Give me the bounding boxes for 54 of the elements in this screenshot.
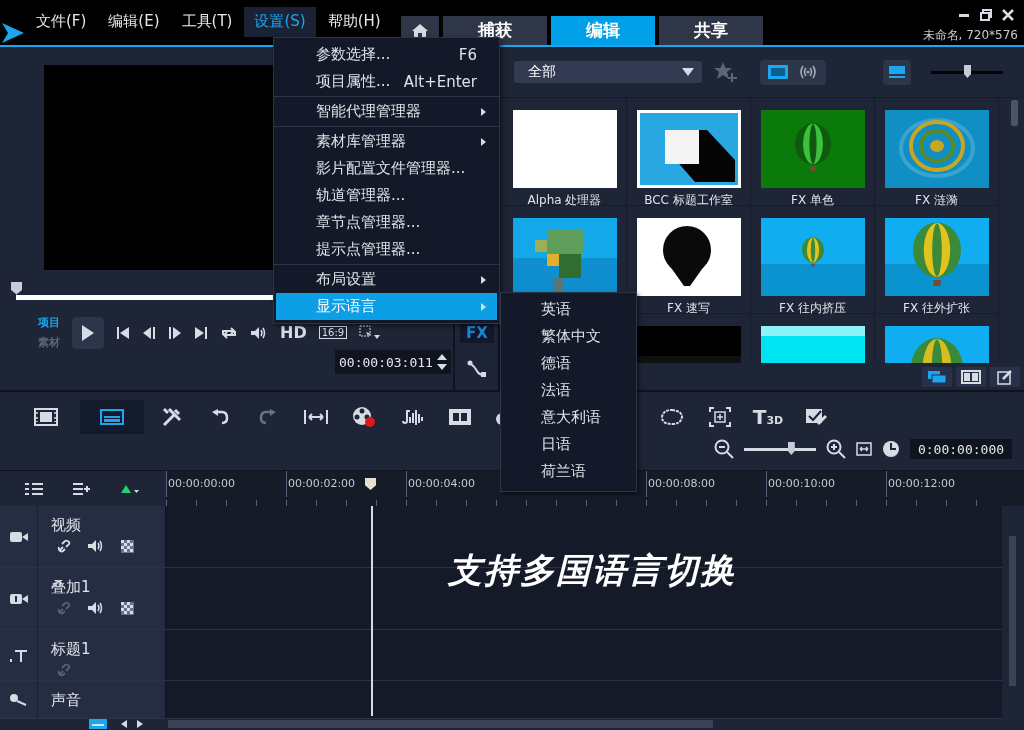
mode-label[interactable]: 项目 — [38, 315, 60, 330]
effect-tile[interactable]: FX 往内挤压 — [751, 206, 875, 314]
effect-name: BCC 标题工作室 — [644, 192, 733, 209]
effect-tile[interactable]: FX 速写 — [627, 206, 751, 314]
project-title: 未命名, 720*576 — [922, 27, 1018, 44]
menu-item[interactable]: 法语 — [501, 377, 636, 404]
effect-tile[interactable]: FX 涟漪 — [875, 98, 999, 206]
menu-item[interactable]: 文件(F) — [26, 7, 97, 37]
ruler-label: 00:00:10:00 — [766, 471, 886, 497]
effect-name: Alpha 处理器 — [527, 192, 602, 209]
menu-item[interactable]: 轨道管理器... — [276, 182, 497, 209]
menu-item[interactable]: 影片配置文件管理器... — [276, 155, 497, 182]
effect-name: FX 涟漪 — [915, 192, 958, 209]
caption-text: 支持多国语言切换 — [448, 549, 736, 592]
menu-item[interactable]: 意大利语 — [501, 404, 636, 431]
effect-tile[interactable]: Alpha 处理器 — [503, 98, 627, 206]
mode-tab[interactable]: 共享 — [658, 16, 763, 45]
timecode-display[interactable]: 0:00:00:000 — [910, 439, 1012, 459]
menu-item[interactable]: 提示点管理器... — [276, 236, 497, 263]
menu-item[interactable]: 布局设置 — [276, 266, 497, 293]
menu-item[interactable]: 编辑(E) — [98, 7, 170, 37]
menu-item[interactable]: 项目属性... Alt+Enter — [276, 68, 497, 95]
category-dropdown[interactable]: 全部 — [514, 61, 702, 83]
menu-item[interactable]: 工具(T) — [171, 7, 243, 37]
fx-label[interactable]: FX — [460, 323, 494, 343]
track-header[interactable]: 叠加1 — [0, 568, 166, 629]
timecode-field[interactable]: 00:00:03:011 — [335, 350, 451, 374]
effect-name: FX 速写 — [667, 300, 710, 317]
hd-toggle[interactable]: HD — [280, 323, 307, 342]
menu-item[interactable]: 智能代理管理器 — [276, 98, 497, 125]
track-name: 叠加1 — [51, 578, 92, 597]
menu-item[interactable]: 设置(S) — [244, 7, 316, 37]
menu-item[interactable]: 繁体中文 — [501, 323, 636, 350]
track-name: 声音 — [51, 691, 81, 710]
menu-item[interactable]: 日语 — [501, 431, 636, 458]
track-header[interactable]: 标题1 — [0, 630, 166, 680]
effect-name: FX 往外扩张 — [903, 300, 970, 317]
effect-name: FX 单色 — [791, 192, 834, 209]
menu-item[interactable]: 章节点管理器... — [276, 209, 497, 236]
menu-item[interactable]: 德语 — [501, 350, 636, 377]
menu-item[interactable]: 帮助(H) — [317, 7, 391, 37]
ruler-label: 00:00:08:00 — [646, 471, 766, 497]
menu-item[interactable]: 素材库管理器 — [276, 128, 497, 155]
ruler-label: 00:00:12:00 — [886, 471, 1006, 497]
effect-tile[interactable]: FX 往外扩张 — [875, 206, 999, 314]
effect-tile[interactable]: BCC 标题工作室 — [627, 98, 751, 206]
track-name: 视频 — [51, 516, 82, 535]
effect-tile[interactable]: FX 单色 — [751, 98, 875, 206]
ruler-label: 00:00:00:00 — [166, 471, 286, 497]
aspect-ratio-button[interactable]: 16:9 — [318, 326, 348, 339]
track-header[interactable]: 视频 — [0, 506, 166, 567]
track-name: 标题1 — [51, 640, 91, 659]
track-header[interactable]: 声音 — [0, 681, 166, 718]
effect-name: FX 往内挤压 — [779, 300, 846, 317]
